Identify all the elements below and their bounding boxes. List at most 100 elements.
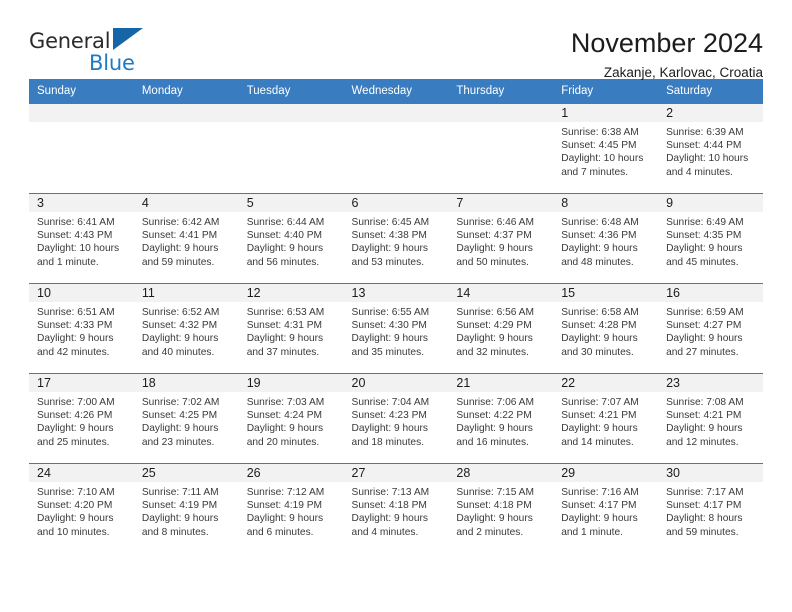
weekday-header-thursday: Thursday bbox=[448, 79, 554, 104]
sunset-text: Sunset: 4:41 PM bbox=[141, 230, 218, 242]
sunrise-text: Sunrise: 6:59 AM bbox=[666, 307, 744, 318]
sunrise-text: Sunrise: 6:41 AM bbox=[37, 217, 115, 228]
sunset-text: Sunset: 4:45 PM bbox=[561, 140, 637, 152]
day-details: Sunrise: 6:38 AM Sunset: 4:45 PM Daylight:… bbox=[553, 122, 658, 179]
calendar-day-cell[interactable]: 26 Sunrise: 7:12 AM Sunset: 4:19 PM Dayligh… bbox=[238, 463, 344, 554]
sunset-text: Sunset: 4:21 PM bbox=[561, 410, 637, 422]
calendar-day-cell[interactable]: 25 Sunrise: 7:11 AM Sunset: 4:19 PM Dayligh… bbox=[133, 463, 239, 554]
calendar-day-cell[interactable]: 21 Sunrise: 7:06 AM Sunset: 4:22 PM Dayligh… bbox=[448, 373, 554, 464]
calendar-week-row: 17 Sunrise: 7:00 AM Sunset: 4:26 PM Dayligh… bbox=[29, 373, 763, 464]
sunrise-text: Sunrise: 6:51 AM bbox=[37, 307, 115, 318]
general-blue-logo[interactable]: General Blue bbox=[29, 27, 164, 79]
day-details: Sunrise: 6:49 AM Sunset: 4:35 PM Daylight:… bbox=[658, 212, 763, 269]
day-details: Sunrise: 6:53 AM Sunset: 4:31 PM Daylight:… bbox=[239, 302, 344, 359]
sunrise-text: Sunrise: 7:07 AM bbox=[561, 397, 639, 408]
sunset-text: Sunset: 4:31 PM bbox=[246, 320, 323, 332]
sunset-text: Sunset: 4:29 PM bbox=[456, 320, 532, 332]
daylight-text: Daylight: 8 hours and 59 minutes. bbox=[666, 513, 743, 538]
calendar-page: General Blue November 2024 Zakanje, Karl… bbox=[0, 0, 792, 612]
sunset-text: Sunset: 4:24 PM bbox=[246, 410, 323, 422]
day-number bbox=[133, 104, 239, 122]
calendar-day-cell[interactable]: 4 Sunrise: 6:42 AM Sunset: 4:41 PM Daylight… bbox=[133, 193, 239, 284]
daylight-text: Daylight: 9 hours and 30 minutes. bbox=[561, 333, 638, 358]
sunset-text: Sunset: 4:20 PM bbox=[37, 500, 113, 512]
day-number: 10 bbox=[29, 284, 134, 302]
day-details: Sunrise: 6:58 AM Sunset: 4:28 PM Daylight:… bbox=[553, 302, 658, 359]
calendar-day-cell[interactable]: 18 Sunrise: 7:02 AM Sunset: 4:25 PM Dayligh… bbox=[133, 373, 239, 464]
daylight-text: Daylight: 9 hours and 23 minutes. bbox=[141, 423, 219, 448]
sunrise-text: Sunrise: 6:42 AM bbox=[141, 217, 220, 228]
weekday-header-wednesday: Wednesday bbox=[343, 79, 449, 104]
sunset-text: Sunset: 4:27 PM bbox=[666, 320, 742, 332]
calendar-day-cell[interactable]: 29 Sunrise: 7:16 AM Sunset: 4:17 PM Dayligh… bbox=[553, 463, 659, 554]
day-details: Sunrise: 7:10 AM Sunset: 4:20 PM Daylight:… bbox=[29, 482, 134, 539]
calendar-day-cell[interactable]: 23 Sunrise: 7:08 AM Sunset: 4:21 PM Dayligh… bbox=[658, 373, 763, 464]
calendar-day-cell[interactable]: 27 Sunrise: 7:13 AM Sunset: 4:18 PM Dayligh… bbox=[343, 463, 449, 554]
calendar-day-cell[interactable]: 6 Sunrise: 6:45 AM Sunset: 4:38 PM Daylight… bbox=[343, 193, 449, 284]
day-number bbox=[343, 104, 449, 122]
sunset-text: Sunset: 4:30 PM bbox=[351, 320, 427, 332]
calendar-day-cell[interactable]: 14 Sunrise: 6:56 AM Sunset: 4:29 PM Dayligh… bbox=[448, 283, 554, 374]
sunset-text: Sunset: 4:28 PM bbox=[561, 320, 637, 332]
calendar-day-cell[interactable]: 11 Sunrise: 6:52 AM Sunset: 4:32 PM Dayligh… bbox=[133, 283, 239, 374]
day-details: Sunrise: 6:44 AM Sunset: 4:40 PM Daylight:… bbox=[239, 212, 344, 269]
calendar-day-cell[interactable]: 24 Sunrise: 7:10 AM Sunset: 4:20 PM Dayligh… bbox=[29, 463, 134, 554]
day-number: 15 bbox=[553, 284, 659, 302]
sunrise-text: Sunrise: 7:03 AM bbox=[246, 397, 325, 408]
daylight-text: Daylight: 9 hours and 53 minutes. bbox=[351, 243, 428, 268]
calendar-day-cell[interactable]: 16 Sunrise: 6:59 AM Sunset: 4:27 PM Dayligh… bbox=[658, 283, 763, 374]
calendar-cell-empty bbox=[238, 103, 344, 194]
calendar-day-cell[interactable]: 17 Sunrise: 7:00 AM Sunset: 4:26 PM Dayligh… bbox=[29, 373, 134, 464]
sunset-text: Sunset: 4:32 PM bbox=[141, 320, 218, 332]
calendar-day-cell[interactable]: 13 Sunrise: 6:55 AM Sunset: 4:30 PM Dayligh… bbox=[343, 283, 449, 374]
sunrise-text: Sunrise: 7:02 AM bbox=[141, 397, 220, 408]
calendar-day-cell[interactable]: 8 Sunrise: 6:48 AM Sunset: 4:36 PM Daylight… bbox=[553, 193, 659, 284]
logo-text-blue: Blue bbox=[89, 51, 135, 75]
calendar-day-cell[interactable]: 30 Sunrise: 7:17 AM Sunset: 4:17 PM Dayligh… bbox=[658, 463, 763, 554]
calendar-day-cell[interactable]: 20 Sunrise: 7:04 AM Sunset: 4:23 PM Dayligh… bbox=[343, 373, 449, 464]
sunrise-text: Sunrise: 7:13 AM bbox=[351, 487, 430, 498]
day-number: 26 bbox=[238, 464, 344, 482]
day-number: 7 bbox=[448, 194, 554, 212]
calendar-day-cell[interactable]: 5 Sunrise: 6:44 AM Sunset: 4:40 PM Daylight… bbox=[238, 193, 344, 284]
calendar-day-cell[interactable]: 12 Sunrise: 6:53 AM Sunset: 4:31 PM Dayligh… bbox=[238, 283, 344, 374]
sunrise-text: Sunrise: 6:45 AM bbox=[351, 217, 430, 228]
day-number: 12 bbox=[238, 284, 344, 302]
day-number: 22 bbox=[553, 374, 659, 392]
day-details: Sunrise: 7:06 AM Sunset: 4:22 PM Daylight:… bbox=[448, 392, 553, 449]
calendar-day-cell[interactable]: 9 Sunrise: 6:49 AM Sunset: 4:35 PM Daylight… bbox=[658, 193, 763, 284]
sunrise-text: Sunrise: 6:53 AM bbox=[246, 307, 325, 318]
sunset-text: Sunset: 4:37 PM bbox=[456, 230, 532, 242]
day-details: Sunrise: 7:04 AM Sunset: 4:23 PM Daylight:… bbox=[344, 392, 449, 449]
day-details: Sunrise: 7:00 AM Sunset: 4:26 PM Daylight:… bbox=[29, 392, 134, 449]
daylight-text: Daylight: 9 hours and 10 minutes. bbox=[37, 513, 114, 538]
day-details: Sunrise: 7:12 AM Sunset: 4:19 PM Daylight:… bbox=[239, 482, 344, 539]
day-details: Sunrise: 6:59 AM Sunset: 4:27 PM Daylight:… bbox=[658, 302, 763, 359]
calendar-day-cell[interactable]: 2 Sunrise: 6:39 AM Sunset: 4:44 PM Daylight… bbox=[658, 103, 763, 194]
daylight-text: Daylight: 9 hours and 59 minutes. bbox=[141, 243, 219, 268]
sunset-text: Sunset: 4:35 PM bbox=[666, 230, 742, 242]
calendar-day-cell[interactable]: 28 Sunrise: 7:15 AM Sunset: 4:18 PM Dayligh… bbox=[448, 463, 554, 554]
sunrise-text: Sunrise: 7:12 AM bbox=[246, 487, 325, 498]
calendar-day-cell[interactable]: 7 Sunrise: 6:46 AM Sunset: 4:37 PM Daylight… bbox=[448, 193, 554, 284]
calendar-day-cell[interactable]: 15 Sunrise: 6:58 AM Sunset: 4:28 PM Dayligh… bbox=[553, 283, 659, 374]
daylight-text: Daylight: 9 hours and 12 minutes. bbox=[666, 423, 743, 448]
daylight-text: Daylight: 9 hours and 8 minutes. bbox=[141, 513, 219, 538]
calendar-day-cell[interactable]: 10 Sunrise: 6:51 AM Sunset: 4:33 PM Dayligh… bbox=[29, 283, 134, 374]
sunset-text: Sunset: 4:38 PM bbox=[351, 230, 427, 242]
day-details: Sunrise: 6:46 AM Sunset: 4:37 PM Daylight:… bbox=[448, 212, 553, 269]
calendar-day-cell[interactable]: 22 Sunrise: 7:07 AM Sunset: 4:21 PM Dayligh… bbox=[553, 373, 659, 464]
day-number: 17 bbox=[29, 374, 134, 392]
day-number: 30 bbox=[658, 464, 763, 482]
day-details: Sunrise: 6:39 AM Sunset: 4:44 PM Daylight:… bbox=[658, 122, 763, 179]
calendar-day-cell[interactable]: 3 Sunrise: 6:41 AM Sunset: 4:43 PM Daylight… bbox=[29, 193, 134, 284]
daylight-text: Daylight: 10 hours and 4 minutes. bbox=[666, 153, 749, 178]
sunrise-text: Sunrise: 7:04 AM bbox=[351, 397, 430, 408]
day-details: Sunrise: 7:13 AM Sunset: 4:18 PM Daylight:… bbox=[344, 482, 449, 539]
sunset-text: Sunset: 4:22 PM bbox=[456, 410, 532, 422]
calendar-day-cell[interactable]: 19 Sunrise: 7:03 AM Sunset: 4:24 PM Dayligh… bbox=[238, 373, 344, 464]
calendar-day-cell[interactable]: 1 Sunrise: 6:38 AM Sunset: 4:45 PM Daylight… bbox=[553, 103, 659, 194]
day-details: Sunrise: 6:55 AM Sunset: 4:30 PM Daylight:… bbox=[344, 302, 449, 359]
sunset-text: Sunset: 4:21 PM bbox=[666, 410, 742, 422]
day-details: Sunrise: 7:03 AM Sunset: 4:24 PM Daylight:… bbox=[239, 392, 344, 449]
